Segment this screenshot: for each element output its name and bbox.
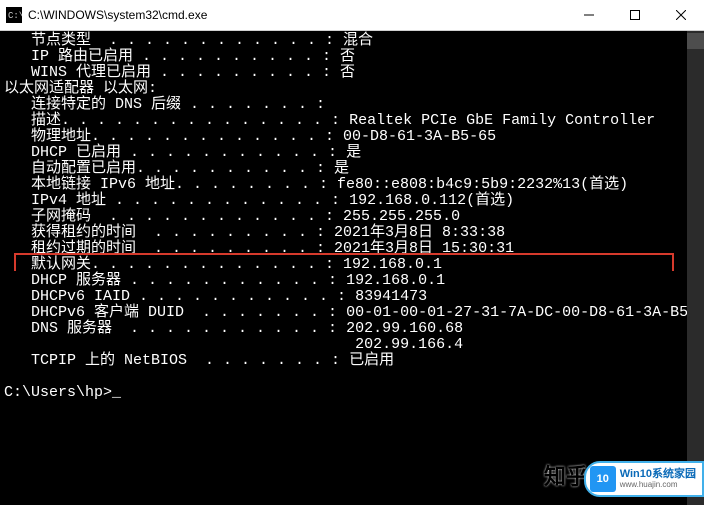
console-line: 物理地址. . . . . . . . . . . . . : 00-D8-61… xyxy=(4,129,704,145)
line-value: 255.255.255.0 xyxy=(343,209,460,225)
line-value: fe80::e808:b4c9:5b9:2232%13(首选) xyxy=(337,177,628,193)
console-line: 子网掩码 . . . . . . . . . . . . : 255.255.2… xyxy=(4,209,704,225)
console-line: 节点类型 . . . . . . . . . . . . : 混合 xyxy=(4,33,704,49)
console-line: 202.99.166.4 xyxy=(4,337,704,353)
line-label: 租约过期的时间 . . . . . . . . . : xyxy=(4,241,334,257)
window-controls xyxy=(566,0,704,30)
line-label: DHCP 服务器 . . . . . . . . . . . : xyxy=(4,273,346,289)
line-label: 子网掩码 . . . . . . . . . . . . : xyxy=(4,209,343,225)
cursor: _ xyxy=(112,385,121,401)
console-area[interactable]: 节点类型 . . . . . . . . . . . . : 混合 IP 路由已… xyxy=(0,31,704,505)
line-value: 否 xyxy=(340,65,355,81)
prompt-line: C:\Users\hp>_ xyxy=(4,385,704,401)
console-line: 租约过期的时间 . . . . . . . . . : 2021年3月8日 15… xyxy=(4,241,704,257)
brand-watermark: 10 Win10系统家园 www.huajin.com xyxy=(584,461,704,497)
brand-logo-icon: 10 xyxy=(590,466,616,492)
console-line: DHCPv6 客户端 DUID . . . . . . . : 00-01-00… xyxy=(4,305,704,321)
line-label: DHCP 已启用 . . . . . . . . . . . : xyxy=(4,145,346,161)
line-label: 获得租约的时间 . . . . . . . . . : xyxy=(4,225,334,241)
zhihu-watermark: 知乎 xyxy=(544,459,588,491)
vertical-scrollbar[interactable] xyxy=(687,31,704,505)
console-line: 描述. . . . . . . . . . . . . . . : Realte… xyxy=(4,113,704,129)
line-label: IP 路由已启用 . . . . . . . . . . : xyxy=(4,49,340,65)
line-value: 00-D8-61-3A-B5-65 xyxy=(343,129,496,145)
line-label: DNS 服务器 . . . . . . . . . . . : xyxy=(4,321,346,337)
cmd-window: C:\ C:\WINDOWS\system32\cmd.exe 节点类型 . .… xyxy=(0,0,704,505)
console-line: 默认网关. . . . . . . . . . . . . : 192.168.… xyxy=(4,257,704,273)
line-value: 202.99.160.68 xyxy=(346,321,463,337)
line-value: 2021年3月8日 15:30:31 xyxy=(334,241,514,257)
line-value: Realtek PCIe GbE Family Controller xyxy=(349,113,655,129)
line-value: 192.168.0.112(首选) xyxy=(349,193,514,209)
line-label: WINS 代理已启用 . . . . . . . . . : xyxy=(4,65,340,81)
line-value: 00-01-00-01-27-31-7A-DC-00-D8-61-3A-B5-6… xyxy=(346,305,704,321)
console-line xyxy=(4,369,704,385)
line-value: 2021年3月8日 8:33:38 xyxy=(334,225,505,241)
console-line: DHCP 已启用 . . . . . . . . . . . : 是 xyxy=(4,145,704,161)
line-label: 连接特定的 DNS 后缀 . . . . . . . : xyxy=(4,97,334,113)
line-value: 192.168.0.1 xyxy=(343,257,442,273)
line-label: TCPIP 上的 NetBIOS . . . . . . . : xyxy=(4,353,349,369)
close-button[interactable] xyxy=(658,0,704,30)
line-label xyxy=(4,337,355,353)
line-value: 是 xyxy=(346,145,361,161)
line-label: DHCPv6 客户端 DUID . . . . . . . : xyxy=(4,305,346,321)
console-line: DHCP 服务器 . . . . . . . . . . . : 192.168… xyxy=(4,273,704,289)
line-label: 描述. . . . . . . . . . . . . . . : xyxy=(4,113,349,129)
brand-text: Win10系统家园 www.huajin.com xyxy=(620,468,696,490)
line-value: 83941473 xyxy=(355,289,427,305)
console-line: 本地链接 IPv6 地址. . . . . . . . : fe80::e808… xyxy=(4,177,704,193)
console-line: 连接特定的 DNS 后缀 . . . . . . . : xyxy=(4,97,704,113)
console-line: DHCPv6 IAID . . . . . . . . . . . : 8394… xyxy=(4,289,704,305)
console-line: 自动配置已启用. . . . . . . . . . : 是 xyxy=(4,161,704,177)
titlebar[interactable]: C:\ C:\WINDOWS\system32\cmd.exe xyxy=(0,0,704,31)
console-line: IPv4 地址 . . . . . . . . . . . . : 192.16… xyxy=(4,193,704,209)
line-value: 202.99.166.4 xyxy=(355,337,463,353)
minimize-button[interactable] xyxy=(566,0,612,30)
line-value: 否 xyxy=(340,49,355,65)
line-value: 混合 xyxy=(343,33,373,49)
line-label: 本地链接 IPv6 地址. . . . . . . . : xyxy=(4,177,337,193)
cmd-icon: C:\ xyxy=(6,7,22,23)
line-label: 默认网关. . . . . . . . . . . . . : xyxy=(4,257,343,273)
line-value: 192.168.0.1 xyxy=(346,273,445,289)
line-value: 已启用 xyxy=(349,353,394,369)
line-label: 以太网适配器 以太网: xyxy=(4,81,157,97)
line-label: 自动配置已启用. . . . . . . . . . : xyxy=(4,161,334,177)
prompt: C:\Users\hp> xyxy=(4,385,112,401)
window-title: C:\WINDOWS\system32\cmd.exe xyxy=(28,8,566,22)
console-line: 获得租约的时间 . . . . . . . . . : 2021年3月8日 8:… xyxy=(4,225,704,241)
line-value: 是 xyxy=(334,161,349,177)
console-line: 以太网适配器 以太网: xyxy=(4,81,704,97)
console-line: TCPIP 上的 NetBIOS . . . . . . . : 已启用 xyxy=(4,353,704,369)
line-label: DHCPv6 IAID . . . . . . . . . . . : xyxy=(4,289,355,305)
maximize-button[interactable] xyxy=(612,0,658,30)
console-line: DNS 服务器 . . . . . . . . . . . : 202.99.1… xyxy=(4,321,704,337)
line-label: 节点类型 . . . . . . . . . . . . : xyxy=(4,33,343,49)
console-line: IP 路由已启用 . . . . . . . . . . : 否 xyxy=(4,49,704,65)
line-label: 物理地址. . . . . . . . . . . . . : xyxy=(4,129,343,145)
svg-text:C:\: C:\ xyxy=(8,11,22,21)
scrollbar-thumb[interactable] xyxy=(687,33,704,49)
console-line: WINS 代理已启用 . . . . . . . . . : 否 xyxy=(4,65,704,81)
line-label: IPv4 地址 . . . . . . . . . . . . : xyxy=(4,193,349,209)
console-output: 节点类型 . . . . . . . . . . . . : 混合 IP 路由已… xyxy=(0,31,704,401)
